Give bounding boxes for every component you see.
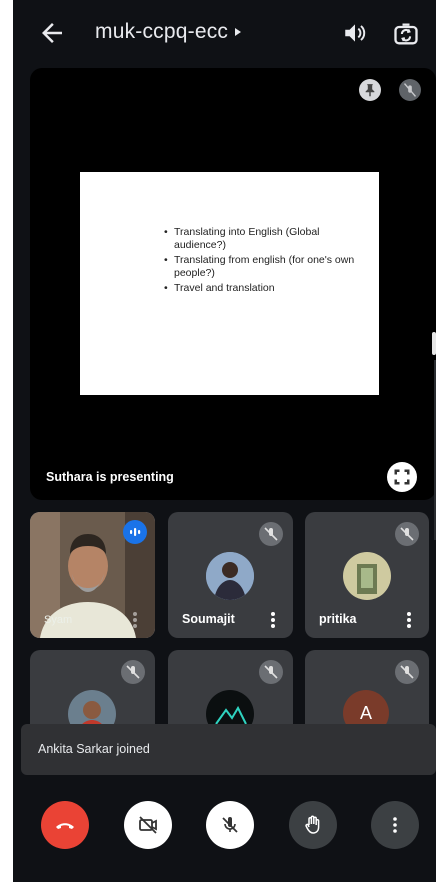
participant-tile[interactable]: Soumajit [168,512,293,638]
avatar [206,552,254,600]
participant-name: Syam [44,614,73,626]
switch-camera-icon[interactable] [392,20,420,48]
scrollbar-thumb[interactable] [432,332,436,355]
camera-off-icon [139,816,157,834]
camera-toggle-button[interactable] [124,801,172,849]
slide-bullet: Translating from english (for one's own … [164,254,374,280]
avatar [343,552,391,600]
presenting-status: Suthara is presenting [46,470,174,484]
more-options-button[interactable] [371,801,419,849]
mic-off-icon [121,660,145,684]
more-vert-icon[interactable] [133,612,137,628]
end-call-button[interactable] [41,801,89,849]
speaker-icon[interactable] [342,20,368,46]
meeting-code-title[interactable]: muk-ccpq-ecc [95,20,228,44]
participant-name: Soumajit [182,612,235,626]
pin-icon[interactable] [359,79,381,101]
shared-slide: Translating into English (Global audienc… [80,172,379,395]
raise-hand-icon [305,815,320,834]
mic-off-icon [395,660,419,684]
fullscreen-icon[interactable] [387,462,417,492]
slide-bullet: Travel and translation [164,282,374,295]
presenter-mic-off-icon [399,79,421,101]
more-vert-icon[interactable] [407,612,411,628]
mic-off-icon [259,660,283,684]
top-bar: muk-ccpq-ecc [13,0,436,66]
scrollbar-track [434,360,436,540]
raise-hand-button[interactable] [289,801,337,849]
more-vert-icon [393,817,397,833]
mic-toggle-button[interactable] [206,801,254,849]
notification-text: Ankita Sarkar joined [38,742,150,756]
speaking-indicator-icon [123,520,147,544]
meeting-details-caret-icon[interactable] [235,28,241,36]
participant-tile[interactable]: pritika [305,512,429,638]
mic-off-icon [222,817,238,833]
mic-off-icon [259,522,283,546]
slide-bullet: Translating into English (Global audienc… [164,226,374,252]
back-arrow-icon[interactable] [37,18,67,48]
participant-name: pritika [319,612,357,626]
more-vert-icon[interactable] [271,612,275,628]
join-notification: Ankita Sarkar joined [21,724,436,775]
mic-off-icon [395,522,419,546]
participant-tile[interactable]: Syam [30,512,155,638]
slide-bullets: Translating into English (Global audienc… [164,226,374,297]
meeting-screen: muk-ccpq-ecc Translating into English (G… [13,0,436,882]
end-call-icon [56,823,74,829]
